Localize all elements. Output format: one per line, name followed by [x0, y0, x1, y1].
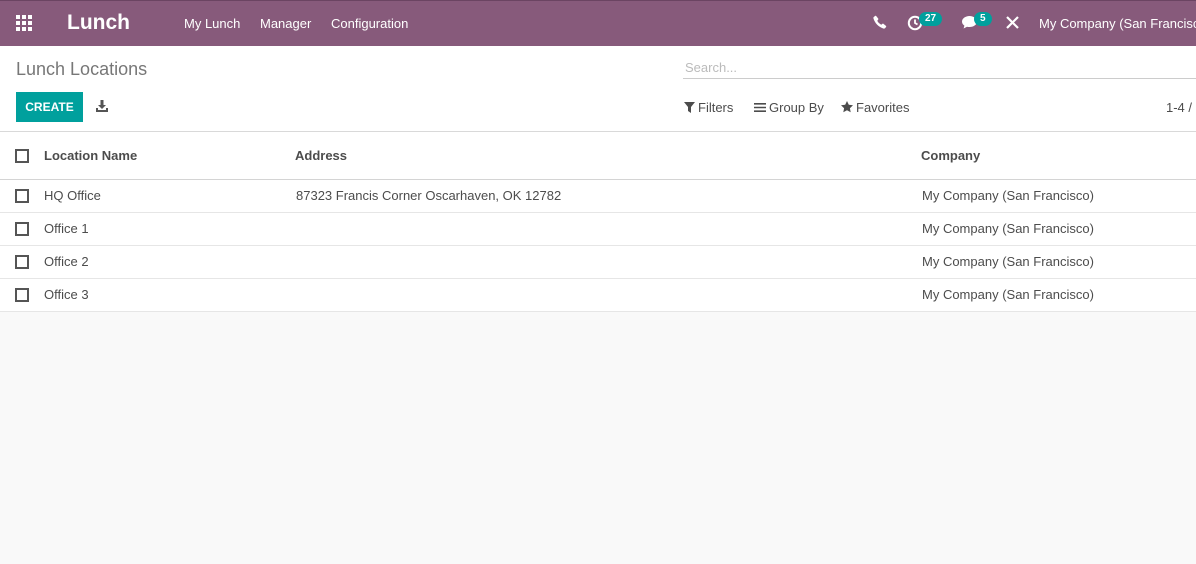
column-header-address[interactable]: Address: [295, 148, 347, 163]
top-navbar: Lunch My Lunch Manager Configuration 27 …: [0, 0, 1196, 46]
table-row[interactable]: HQ Office 87323 Francis Corner Oscarhave…: [0, 180, 1196, 213]
message-count-badge: 5: [974, 12, 992, 26]
select-all-checkbox[interactable]: [15, 149, 29, 163]
app-title[interactable]: Lunch: [67, 11, 130, 35]
row-checkbox[interactable]: [15, 288, 29, 302]
pager-value[interactable]: 1-4 /: [1166, 100, 1192, 115]
menu-configuration[interactable]: Configuration: [331, 16, 408, 31]
table-row[interactable]: Office 1 My Company (San Francisco): [0, 213, 1196, 246]
filter-icon: [684, 102, 695, 113]
search-input[interactable]: [683, 57, 1196, 79]
company-cell: My Company (San Francisco): [922, 188, 1094, 203]
favorites-button[interactable]: Favorites: [841, 100, 909, 115]
location-name-cell: Office 2: [44, 254, 89, 269]
location-name-cell: HQ Office: [44, 188, 101, 203]
debug-tools-icon[interactable]: [1005, 15, 1023, 33]
group-by-button[interactable]: Group By: [754, 100, 824, 115]
table-header-row: Location Name Address Company: [0, 132, 1196, 180]
row-checkbox[interactable]: [15, 222, 29, 236]
company-cell: My Company (San Francisco): [922, 254, 1094, 269]
create-button[interactable]: CREATE: [16, 92, 83, 122]
control-panel: Lunch Locations CREATE Filters Group By …: [0, 46, 1196, 132]
company-cell: My Company (San Francisco): [922, 221, 1094, 236]
table-row[interactable]: Office 2 My Company (San Francisco): [0, 246, 1196, 279]
menu-my-lunch[interactable]: My Lunch: [184, 16, 240, 31]
star-icon: [841, 101, 853, 113]
filters-label: Filters: [698, 100, 734, 115]
list-icon: [754, 103, 766, 112]
filters-button[interactable]: Filters: [684, 100, 733, 115]
locations-table: Location Name Address Company HQ Office …: [0, 132, 1196, 312]
download-icon[interactable]: [95, 99, 109, 113]
apps-grid-icon[interactable]: [16, 15, 34, 33]
breadcrumb-title: Lunch Locations: [16, 59, 148, 79]
column-header-location-name[interactable]: Location Name: [44, 148, 137, 163]
phone-icon[interactable]: [873, 15, 891, 33]
row-checkbox[interactable]: [15, 255, 29, 269]
group-by-label: Group By: [769, 100, 824, 115]
location-name-cell: Office 1: [44, 221, 89, 236]
menu-manager[interactable]: Manager: [260, 16, 311, 31]
activity-count-badge: 27: [919, 12, 943, 26]
company-cell: My Company (San Francisco): [922, 287, 1094, 302]
company-switcher[interactable]: My Company (San Francisco): [1039, 16, 1196, 31]
location-name-cell: Office 3: [44, 287, 89, 302]
column-header-company[interactable]: Company: [921, 148, 980, 163]
table-row[interactable]: Office 3 My Company (San Francisco): [0, 279, 1196, 312]
row-checkbox[interactable]: [15, 189, 29, 203]
favorites-label: Favorites: [856, 100, 910, 115]
address-cell: 87323 Francis Corner Oscarhaven, OK 1278…: [296, 188, 562, 203]
